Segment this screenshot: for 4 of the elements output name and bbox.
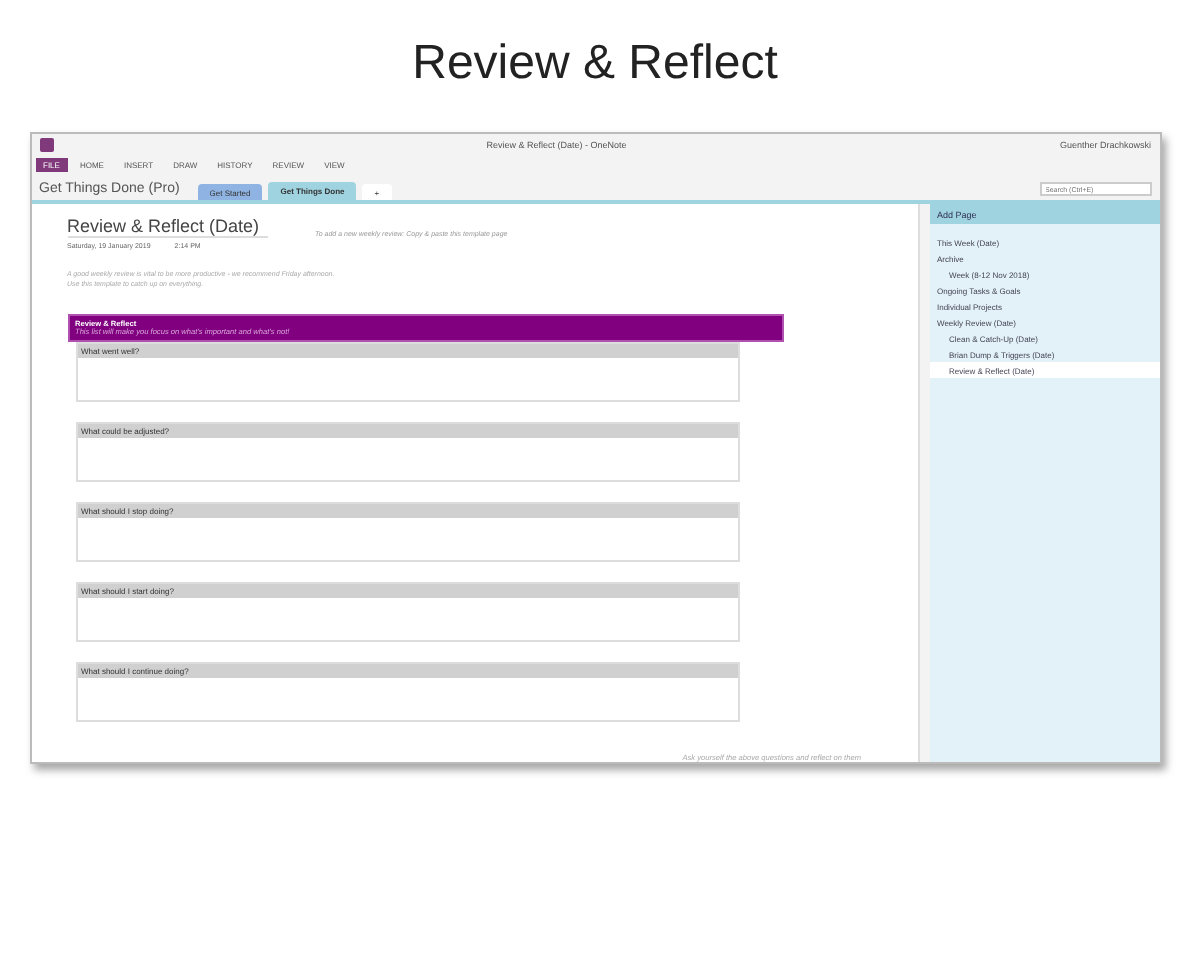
app-icon xyxy=(39,138,53,152)
page-title[interactable]: Review & Reflect (Date) xyxy=(67,216,268,238)
slide-title: Review & Reflect xyxy=(412,36,778,92)
scrollbar[interactable] xyxy=(917,204,929,762)
